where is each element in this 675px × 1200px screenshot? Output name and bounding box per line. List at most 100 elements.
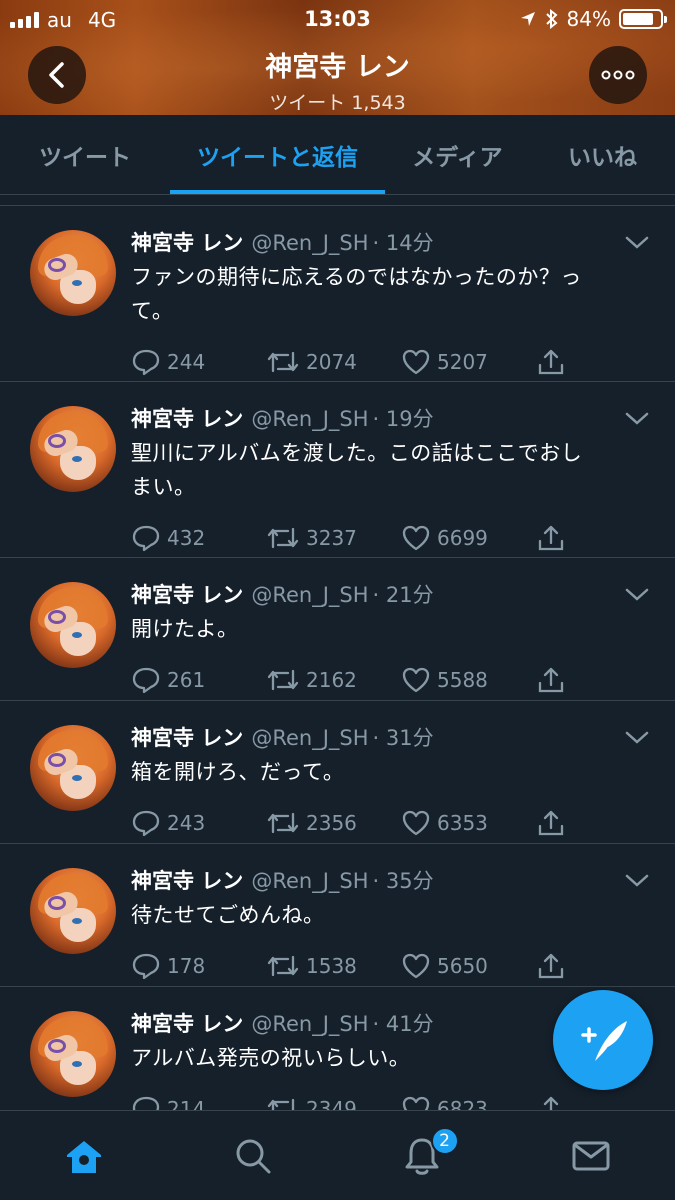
avatar[interactable] xyxy=(30,725,116,811)
share-button[interactable] xyxy=(536,347,566,377)
retweet-count: 3237 xyxy=(306,526,357,550)
like-icon xyxy=(402,349,430,375)
tab-likes[interactable]: いいね xyxy=(530,115,675,194)
retweet-button[interactable]: 1538 xyxy=(266,953,401,979)
tweet-author-name: 神宮寺 レン xyxy=(131,231,244,255)
share-icon xyxy=(543,1096,559,1110)
chevron-down-icon[interactable] xyxy=(625,874,649,888)
like-icon xyxy=(402,1096,430,1110)
reply-button[interactable]: 244 xyxy=(131,348,266,376)
reply-button[interactable]: 178 xyxy=(131,952,266,980)
more-button[interactable] xyxy=(589,46,647,104)
like-count: 6699 xyxy=(437,526,488,550)
like-button[interactable]: 6823 xyxy=(401,1095,536,1110)
tweet-time: · 31分 xyxy=(372,726,434,750)
tab-tweets-and-replies[interactable]: ツイートと返信 xyxy=(170,115,385,194)
like-button[interactable]: 6353 xyxy=(401,809,536,837)
tweet-handle: @Ren_J_SH xyxy=(251,1012,369,1036)
like-count: 6353 xyxy=(437,811,488,835)
tweet-header: 神宮寺 レン @Ren_J_SH · 21分 xyxy=(131,580,645,610)
share-icon xyxy=(538,667,564,693)
tweet-text: 聖川にアルバムを渡した。この話はここでおし まい。 xyxy=(131,436,645,504)
battery-percent: 84% xyxy=(566,7,611,31)
tweet-time: · 35分 xyxy=(372,869,434,893)
tweet[interactable]: 神宮寺 レン @Ren_J_SH · 21分 開けたよ。 261 2162 5588 xyxy=(0,558,675,701)
reply-count: 243 xyxy=(167,811,206,835)
share-button[interactable] xyxy=(536,523,566,553)
tweet-text: 開けたよ。 xyxy=(131,612,645,646)
tweet-text-line: 待たせてごめんね。 xyxy=(131,903,325,927)
tweet[interactable]: 神宮寺 レン @Ren_J_SH · 14分 ファンの期待に応えるのではなかったのか… xyxy=(0,206,675,382)
avatar[interactable] xyxy=(30,1011,116,1097)
retweet-count: 1538 xyxy=(306,954,357,978)
reply-button[interactable]: 261 xyxy=(131,666,266,694)
like-button[interactable]: 5588 xyxy=(401,666,536,694)
nav-messages[interactable] xyxy=(506,1111,675,1200)
retweet-button[interactable]: 2162 xyxy=(266,667,401,693)
reply-count: 432 xyxy=(167,526,206,550)
nav-home[interactable] xyxy=(0,1111,169,1200)
tweet-text: 待たせてごめんね。 xyxy=(131,898,645,932)
nav-search[interactable] xyxy=(169,1111,338,1200)
compose-tweet-button[interactable] xyxy=(553,990,653,1090)
chevron-down-icon[interactable] xyxy=(625,412,649,426)
profile-screen: au 4G 13:03 84% 神宮寺 レン ツイート 1,543 ツイート ツ… xyxy=(0,0,675,1200)
nav-notifications[interactable]: 2 xyxy=(338,1111,507,1200)
share-icon xyxy=(538,525,564,551)
avatar[interactable] xyxy=(30,230,116,316)
tweet-text-line: 開けたよ。 xyxy=(131,617,239,641)
tweet-author-name: 神宮寺 レン xyxy=(131,869,244,893)
tab-label: ツイートと返信 xyxy=(197,144,358,171)
home-icon xyxy=(67,1140,102,1173)
retweet-icon xyxy=(267,351,299,373)
tweet-text-line: 聖川にアルバムを渡した。この話はここでおし xyxy=(131,441,583,465)
avatar[interactable] xyxy=(30,406,116,492)
share-button[interactable] xyxy=(536,665,566,695)
chevron-down-icon[interactable] xyxy=(625,731,649,745)
retweet-button[interactable]: 2356 xyxy=(266,810,401,836)
header-title-block: 神宮寺 レン ツイート 1,543 xyxy=(0,45,675,115)
bottom-nav: 2 xyxy=(0,1110,675,1200)
tweet-author-name: 神宮寺 レン xyxy=(131,1012,244,1036)
reply-icon xyxy=(132,349,160,376)
like-button[interactable]: 6699 xyxy=(401,524,536,552)
like-count: 5588 xyxy=(437,668,488,692)
retweet-button[interactable]: 2074 xyxy=(266,349,401,375)
chevron-down-icon[interactable] xyxy=(625,588,649,602)
share-icon xyxy=(538,953,564,979)
messages-icon xyxy=(572,1141,610,1170)
share-button[interactable] xyxy=(536,1094,566,1110)
battery-icon xyxy=(619,9,667,29)
tweet-time: · 14分 xyxy=(372,231,434,255)
reply-button[interactable]: 214 xyxy=(131,1095,266,1110)
avatar[interactable] xyxy=(30,868,116,954)
tweet[interactable]: 神宮寺 レン @Ren_J_SH · 31分 箱を開けろ、だって。 243 2356… xyxy=(0,701,675,844)
like-count: 5207 xyxy=(437,350,488,374)
tweet-header: 神宮寺 レン @Ren_J_SH · 19分 xyxy=(131,404,645,434)
notifications-badge: 2 xyxy=(430,1127,459,1155)
compose-tweet-icon xyxy=(581,1021,627,1061)
tweet-time: · 19分 xyxy=(372,407,434,431)
tab-tweets[interactable]: ツイート xyxy=(0,115,170,194)
tweet-header: 神宮寺 レン @Ren_J_SH · 35分 xyxy=(131,866,645,896)
avatar[interactable] xyxy=(30,582,116,668)
tweet[interactable]: 神宮寺 レン @Ren_J_SH · 19分 聖川にアルバムを渡した。この話はここで… xyxy=(0,382,675,558)
like-count: 5650 xyxy=(437,954,488,978)
retweet-button[interactable]: 2349 xyxy=(266,1096,401,1110)
reply-count: 214 xyxy=(167,1097,206,1110)
chevron-down-icon[interactable] xyxy=(625,236,649,250)
reply-button[interactable]: 432 xyxy=(131,524,266,552)
retweet-icon xyxy=(267,1098,295,1110)
like-button[interactable]: 5650 xyxy=(401,952,536,980)
tab-media[interactable]: メディア xyxy=(385,115,530,194)
search-icon xyxy=(236,1139,271,1173)
share-button[interactable] xyxy=(536,808,566,838)
share-button[interactable] xyxy=(536,951,566,981)
like-button[interactable]: 5207 xyxy=(401,348,536,376)
tweet[interactable]: 神宮寺 レン @Ren_J_SH · 35分 待たせてごめんね。 178 1538 … xyxy=(0,844,675,987)
location-icon xyxy=(520,12,535,26)
retweet-button[interactable]: 3237 xyxy=(266,525,401,551)
tweet-feed: 神宮寺 レン @Ren_J_SH · 14分 ファンの期待に応えるのではなかったのか… xyxy=(0,205,675,1110)
profile-tabs: ツイート ツイートと返信 メディア いいね xyxy=(0,115,675,195)
reply-button[interactable]: 243 xyxy=(131,809,266,837)
